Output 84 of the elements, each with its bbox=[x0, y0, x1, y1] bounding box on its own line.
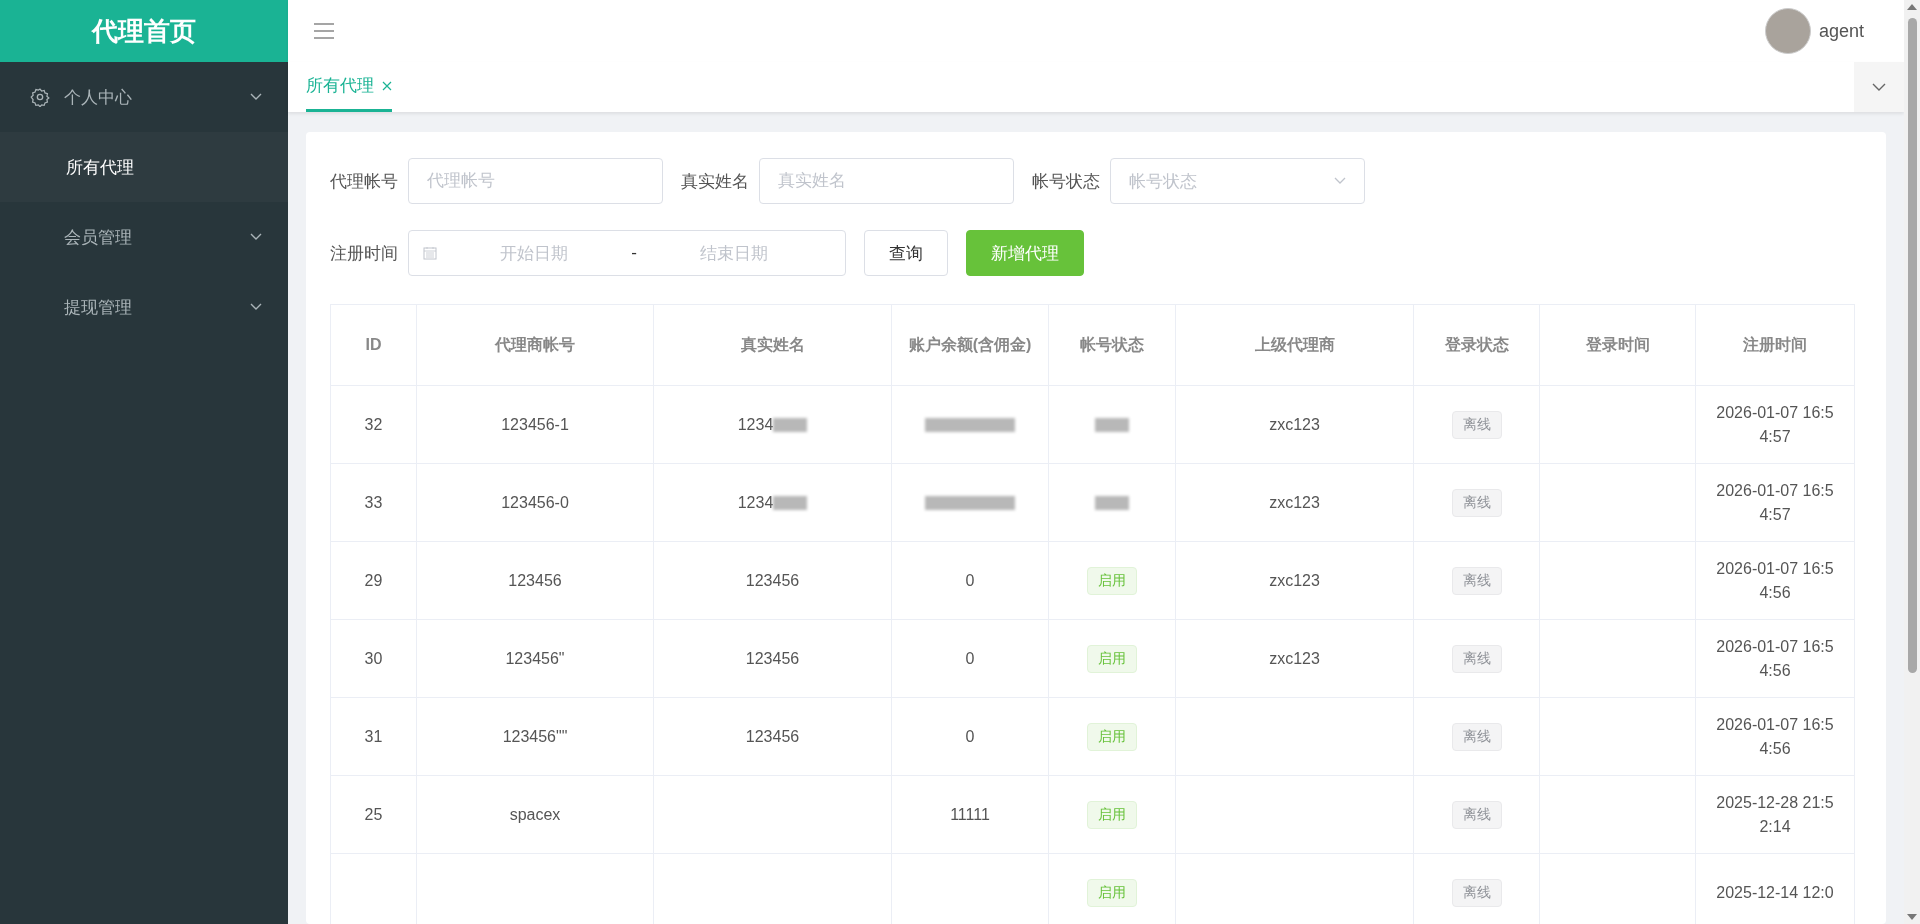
menu-item[interactable]: 个人中心 bbox=[0, 62, 288, 132]
input-field[interactable]: 代理帐号 bbox=[408, 158, 663, 204]
table-cell: 2026-01-07 16:54:57 bbox=[1695, 463, 1855, 542]
table-cell: spacex bbox=[416, 775, 654, 854]
table-cell: zxc123 bbox=[1175, 385, 1414, 464]
scrollbar[interactable] bbox=[1904, 0, 1920, 924]
filter-label: 代理帐号 bbox=[330, 170, 398, 193]
table-cell: 2026-01-07 16:54:56 bbox=[1695, 619, 1855, 698]
column-header[interactable]: ID bbox=[330, 304, 417, 386]
date-range-field[interactable]: 开始日期 - 结束日期 bbox=[408, 230, 846, 276]
table-cell: 123456 bbox=[745, 649, 800, 667]
status-tag: 离线 bbox=[1451, 722, 1502, 751]
avatar[interactable] bbox=[1764, 8, 1811, 54]
table-cell: 30 bbox=[330, 619, 417, 698]
table-cell: 123456-0 bbox=[416, 463, 654, 542]
chevron-down-icon bbox=[250, 93, 262, 101]
chevron-down-icon bbox=[1872, 83, 1886, 91]
chevron-down-icon bbox=[250, 233, 262, 241]
table-cell: 2026-01-07 16:54:56 bbox=[1695, 541, 1855, 620]
status-tag: 离线 bbox=[1451, 644, 1502, 673]
table-cell: 123456" bbox=[416, 619, 654, 698]
redacted-block bbox=[1095, 418, 1129, 433]
status-tag: 离线 bbox=[1451, 488, 1502, 517]
status-tag: 离线 bbox=[1451, 878, 1502, 907]
filter-label: 注册时间 bbox=[330, 242, 398, 265]
add-button[interactable]: 新增代理 bbox=[966, 230, 1084, 276]
status-tag: 启用 bbox=[1087, 878, 1137, 907]
status-tag: 启用 bbox=[1087, 800, 1137, 829]
menu-item[interactable]: 会员管理 bbox=[0, 202, 288, 272]
table-cell: 31 bbox=[330, 697, 417, 776]
table-cell: 11111 bbox=[950, 805, 990, 823]
menu-icon[interactable] bbox=[314, 23, 334, 39]
table-cell: 2026-01-07 16:54:56 bbox=[1695, 697, 1855, 776]
close-icon[interactable] bbox=[382, 80, 392, 91]
column-header[interactable]: 登录状态 bbox=[1413, 304, 1540, 386]
table-cell: 29 bbox=[330, 541, 417, 620]
table-cell: 0 bbox=[965, 727, 975, 745]
table-cell: zxc123 bbox=[1175, 619, 1414, 698]
table-cell: 32 bbox=[330, 385, 417, 464]
select-field[interactable]: 帐号状态 bbox=[1110, 158, 1365, 204]
table-cell: 1234 bbox=[737, 415, 774, 433]
table-cell: 0 bbox=[965, 571, 975, 589]
table-cell: 2026-01-07 16:54:57 bbox=[1695, 385, 1855, 464]
table-cell: 123456 bbox=[745, 727, 800, 745]
column-header[interactable]: 注册时间 bbox=[1695, 304, 1855, 386]
status-tag: 离线 bbox=[1451, 566, 1502, 595]
column-header[interactable]: 登录时间 bbox=[1539, 304, 1696, 386]
status-tag: 启用 bbox=[1087, 566, 1137, 595]
table-cell: 123456-1 bbox=[416, 385, 654, 464]
status-tag: 离线 bbox=[1451, 800, 1502, 829]
filter-label: 真实姓名 bbox=[681, 170, 749, 193]
tab[interactable]: 所有代理 bbox=[306, 62, 392, 112]
status-tag: 启用 bbox=[1087, 722, 1137, 751]
calendar-icon bbox=[423, 246, 437, 260]
chevron-down-icon bbox=[1334, 177, 1346, 185]
column-header[interactable]: 代理商帐号 bbox=[416, 304, 654, 386]
chevron-down-icon bbox=[250, 303, 262, 311]
table-cell: 0 bbox=[965, 649, 975, 667]
table-cell: zxc123 bbox=[1175, 463, 1414, 542]
filter-label: 帐号状态 bbox=[1032, 170, 1100, 193]
redacted-block bbox=[773, 418, 808, 433]
user-name[interactable]: agent bbox=[1818, 20, 1864, 42]
submenu-item[interactable]: 所有代理 bbox=[0, 132, 288, 202]
status-tag: 离线 bbox=[1451, 410, 1502, 439]
table-cell: zxc123 bbox=[1175, 541, 1414, 620]
table-cell: 33 bbox=[330, 463, 417, 542]
input-field[interactable]: 真实姓名 bbox=[759, 158, 1014, 204]
table-cell: 2025-12-28 21:52:14 bbox=[1695, 775, 1855, 854]
column-header[interactable]: 上级代理商 bbox=[1175, 304, 1414, 386]
redacted-block bbox=[1095, 496, 1129, 511]
search-button[interactable]: 查询 bbox=[864, 230, 948, 276]
table-cell: 123456 bbox=[416, 541, 654, 620]
table-cell: 123456 bbox=[745, 571, 800, 589]
table-cell: 1234 bbox=[737, 493, 774, 511]
column-header[interactable]: 真实姓名 bbox=[653, 304, 892, 386]
status-tag: 启用 bbox=[1087, 644, 1137, 673]
table-cell: 25 bbox=[330, 775, 417, 854]
sidebar-title: 代理首页 bbox=[0, 0, 288, 62]
column-header[interactable]: 帐号状态 bbox=[1048, 304, 1176, 386]
column-header[interactable]: 账户余额(含佣金) bbox=[891, 304, 1049, 386]
redacted-block bbox=[773, 496, 808, 511]
menu-item[interactable]: 提现管理 bbox=[0, 272, 288, 342]
settings-icon bbox=[30, 87, 50, 107]
table-cell: 123456"" bbox=[416, 697, 654, 776]
